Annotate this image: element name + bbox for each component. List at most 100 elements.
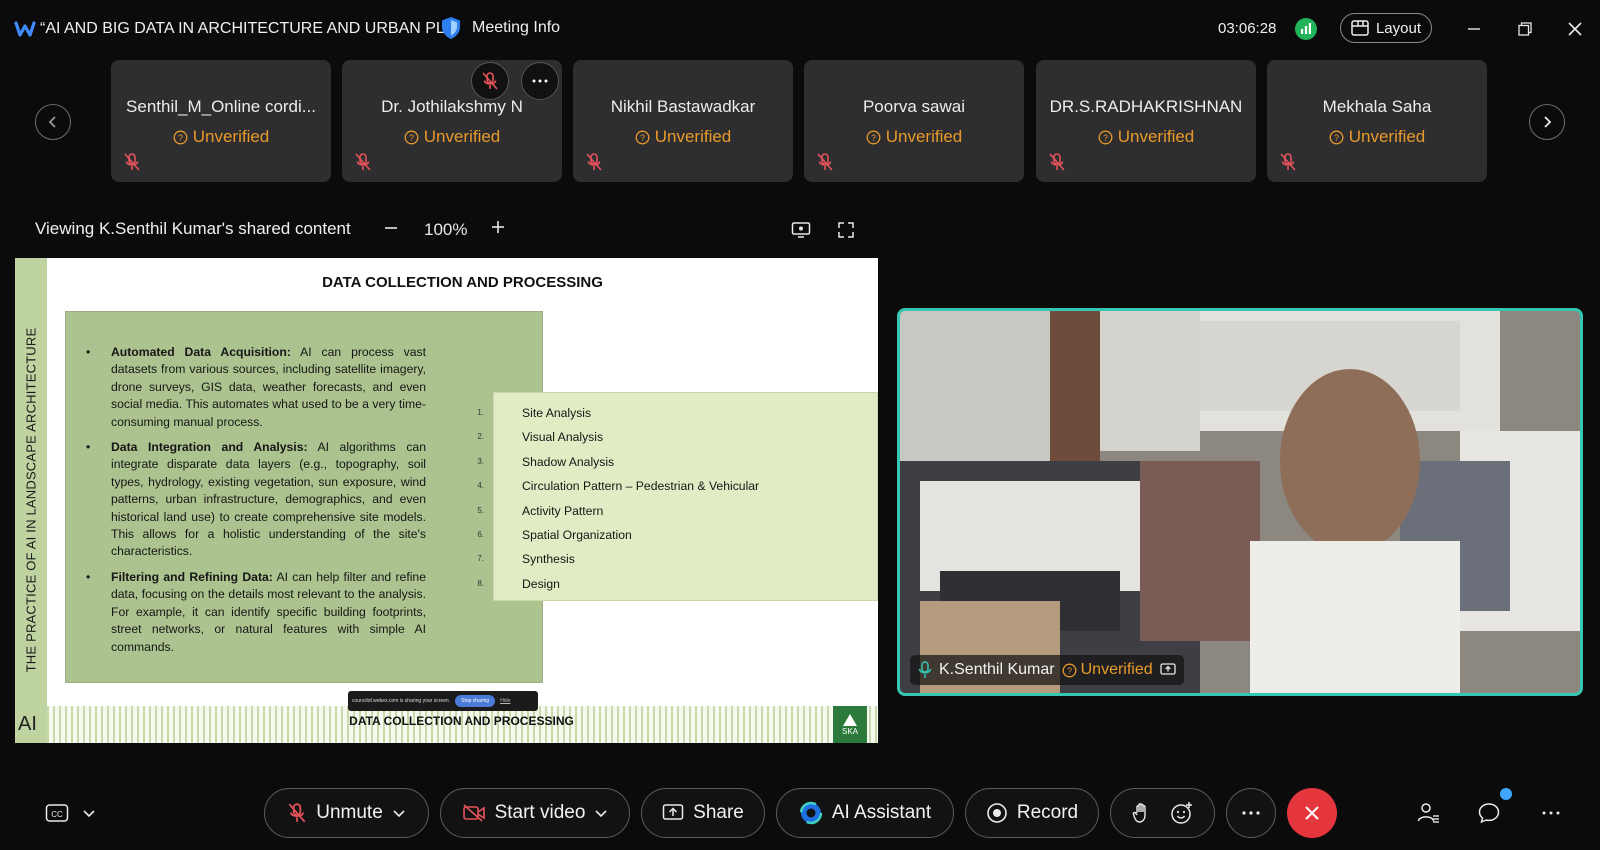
muted-mic-icon: [1280, 153, 1296, 171]
zoom-in-button[interactable]: [490, 214, 506, 242]
participants-prev-button[interactable]: [35, 104, 71, 140]
record-button[interactable]: Record: [965, 788, 1099, 838]
participants-icon: [1417, 803, 1439, 823]
restore-button[interactable]: [1514, 18, 1536, 40]
layout-label: Layout: [1375, 19, 1422, 37]
participant-name: Mekhala Saha: [1322, 97, 1432, 116]
minimize-button[interactable]: [1463, 18, 1485, 40]
list-item: 5. Activity Pattern: [477, 501, 759, 525]
video-off-icon: [462, 804, 485, 822]
speaker-name: K.Senthil Kumar: [939, 661, 1055, 678]
participant-status-label: Unverified: [423, 127, 501, 146]
chat-button[interactable]: [1476, 800, 1502, 826]
restore-icon: [1518, 22, 1532, 36]
muted-mic-icon: [586, 153, 602, 171]
list-text: Activity Pattern: [522, 503, 604, 518]
shared-content-label: Viewing K.Senthil Kumar's shared content: [35, 219, 351, 238]
leave-meeting-button[interactable]: [1287, 788, 1337, 838]
emoji-reaction-icon[interactable]: [1170, 801, 1194, 825]
svg-text:CC: CC: [51, 810, 63, 819]
speaker-video[interactable]: K.Senthil Kumar ? Unverified: [897, 308, 1583, 696]
title-bar: “AI AND BIG DATA IN ARCHITECTURE AND URB…: [0, 0, 1600, 58]
slide-bullet: Filtering and Refining Data: AI can help…: [86, 569, 426, 656]
list-text: Spatial Organization: [522, 527, 632, 542]
list-number: 7.: [477, 554, 484, 564]
participant-status: ? Unverified: [1036, 127, 1256, 147]
list-item: 6. Spatial Organization: [477, 525, 759, 549]
annotate-button[interactable]: [791, 220, 811, 240]
participant-tile[interactable]: DR.S.RADHAKRISHNAN ? Unverified: [1036, 60, 1256, 182]
record-label: Record: [1016, 802, 1079, 823]
participants-panel-button[interactable]: [1415, 800, 1441, 826]
list-item: 3. Shadow Analysis: [477, 452, 759, 476]
participant-name: Poorva sawai: [862, 97, 966, 116]
participant-tile[interactable]: Senthil_M_Online cordi... ? Unverified: [111, 60, 331, 182]
svg-text:?: ?: [640, 133, 645, 143]
more-horizontal-icon: [1542, 811, 1560, 815]
meeting-info-button[interactable]: Meeting Info: [440, 16, 560, 40]
hide-link[interactable]: Hide: [500, 698, 510, 704]
slide-side-title: THE PRACTICE OF AI IN LANDSCAPE ARCHITEC…: [23, 327, 39, 673]
list-item: 1. Site Analysis: [477, 403, 759, 427]
zoom-level: 100%: [424, 220, 468, 239]
start-video-button[interactable]: Start video: [440, 788, 630, 838]
share-label: Share: [693, 802, 744, 823]
participant-name: DR.S.RADHAKRISHNAN: [1049, 97, 1243, 116]
meeting-timer: 03:06:28: [1218, 20, 1277, 37]
participant-more-button[interactable]: [521, 62, 559, 100]
list-number: 3.: [477, 456, 484, 466]
video-feed-image: [900, 311, 1580, 693]
unmute-button[interactable]: Unmute: [264, 788, 429, 838]
muted-mic-icon: [355, 153, 371, 171]
more-options-button[interactable]: [1226, 788, 1276, 838]
signal-bars-icon: [1301, 23, 1311, 34]
close-button[interactable]: [1564, 18, 1586, 40]
participant-name: Nikhil Bastawadkar: [610, 97, 756, 116]
layout-button[interactable]: Layout: [1340, 13, 1432, 43]
list-number: 6.: [477, 529, 484, 539]
chat-notification-badge: [1500, 788, 1512, 800]
chevron-down-icon: [595, 810, 607, 818]
participants-next-button[interactable]: [1529, 104, 1565, 140]
closed-captions-icon: CC: [45, 804, 69, 822]
zoom-out-button[interactable]: [383, 216, 399, 242]
participant-tile[interactable]: Poorva sawai ? Unverified: [804, 60, 1024, 182]
ai-assistant-icon: [799, 801, 823, 825]
participant-name: Dr. Jothilakshmy N: [381, 97, 523, 116]
bullet-heading: Filtering and Refining Data:: [111, 569, 273, 584]
raise-hand-icon[interactable]: [1132, 802, 1152, 824]
list-text: Site Analysis: [522, 406, 592, 420]
participant-tile[interactable]: Nikhil Bastawadkar ? Unverified: [573, 60, 793, 182]
chevron-down-icon: [393, 810, 405, 818]
captions-options-button[interactable]: [76, 800, 102, 826]
chevron-right-icon: [1544, 116, 1552, 128]
participant-tile[interactable]: Mekhala Saha ? Unverified: [1267, 60, 1487, 182]
network-signal-icon[interactable]: [1295, 18, 1317, 40]
list-item: 4. Circulation Pattern – Pedestrian & Veh…: [477, 476, 759, 500]
sharing-notice: councilof.webex.com is sharing your scre…: [352, 698, 451, 704]
list-number: 1.: [477, 408, 484, 417]
start-video-label: Start video: [494, 802, 586, 823]
unmute-label: Unmute: [316, 802, 383, 823]
fullscreen-button[interactable]: [836, 220, 856, 240]
captions-button[interactable]: CC: [44, 800, 70, 826]
list-number: 2.: [477, 432, 484, 442]
panel-more-button[interactable]: [1538, 800, 1564, 826]
participant-status: ? Unverified: [342, 127, 562, 147]
share-button[interactable]: Share: [641, 788, 765, 838]
bullet-text: AI algorithms can integrate disparate da…: [111, 440, 426, 559]
reactions-group: [1110, 788, 1215, 838]
muted-mic-icon: [482, 72, 498, 90]
ai-assistant-button[interactable]: AI Assistant: [776, 788, 954, 838]
participant-status: ? Unverified: [1267, 127, 1487, 147]
list-item: 7. Synthesis: [477, 549, 759, 573]
chat-icon: [1478, 803, 1500, 824]
stop-sharing-button[interactable]: Stop sharing: [455, 695, 496, 707]
speaker-label: K.Senthil Kumar ? Unverified: [910, 655, 1184, 685]
participant-status: ? Unverified: [573, 127, 793, 147]
muted-mic-icon: [817, 153, 833, 171]
mute-participant-button[interactable]: [471, 62, 509, 100]
muted-mic-icon: [288, 803, 306, 823]
participant-status-label: Unverified: [192, 127, 270, 146]
webex-logo-icon: [14, 21, 36, 37]
